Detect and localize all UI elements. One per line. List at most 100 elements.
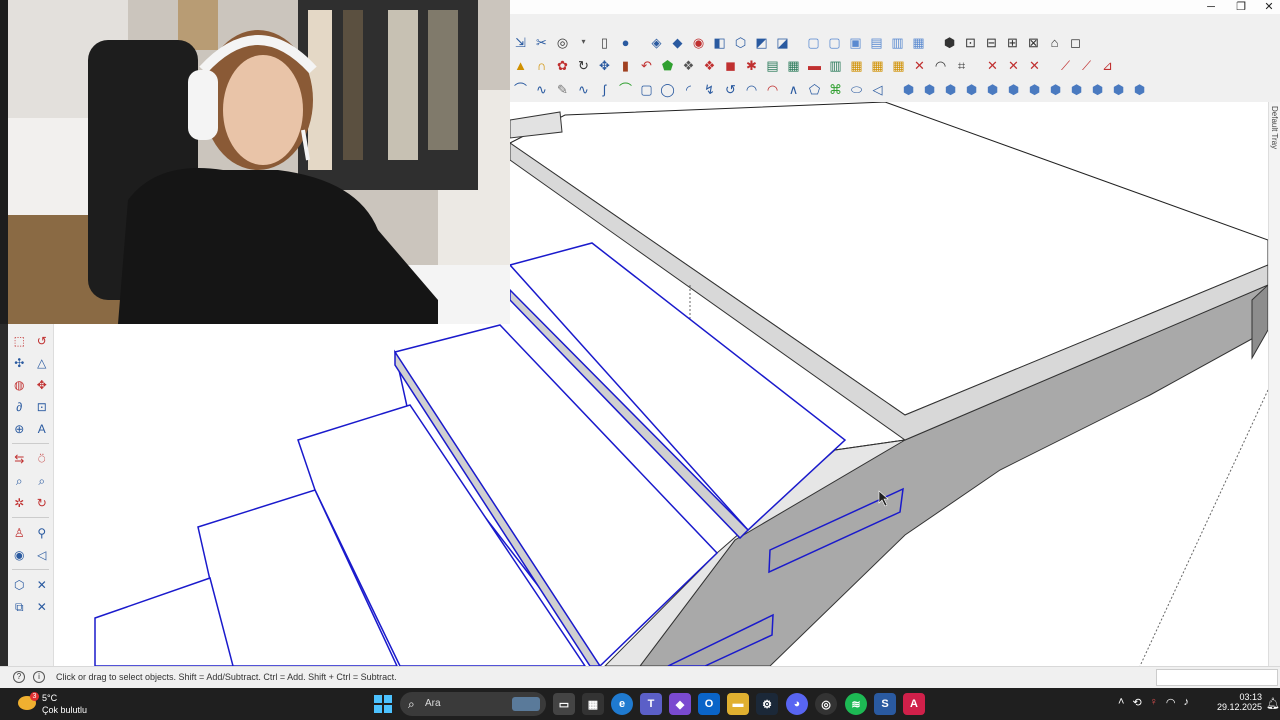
step-tread-5[interactable] — [94, 577, 234, 666]
magnet-icon[interactable]: ∩ — [531, 55, 552, 75]
curve-icon[interactable]: ◠ — [930, 55, 951, 75]
cube-5-icon[interactable]: ⬢ — [982, 79, 1003, 99]
task-view-icon[interactable]: ▭ — [553, 693, 575, 715]
cube-4-icon[interactable]: ⬢ — [961, 79, 982, 99]
explode-icon[interactable]: ✕ — [909, 55, 930, 75]
autocad-icon[interactable]: A — [903, 693, 925, 715]
freehand-icon[interactable]: ∿ — [531, 79, 552, 99]
cube-1-icon[interactable]: ⬢ — [898, 79, 919, 99]
chevron-down-icon[interactable]: ▾ — [573, 32, 594, 52]
subtract-icon[interactable]: ▤ — [762, 55, 783, 75]
sketchup-icon[interactable]: S — [874, 693, 896, 715]
teams-icon[interactable]: T — [640, 693, 662, 715]
extend-icon[interactable]: ✕ — [1003, 55, 1024, 75]
sandbox-2-icon[interactable]: ✕ — [33, 576, 51, 594]
tag-icon[interactable]: ◻ — [1065, 32, 1086, 52]
paint-bucket-icon[interactable]: ⬟ — [657, 55, 678, 75]
taskbar-clock[interactable]: 03:13 29.12.2025 — [1216, 692, 1262, 712]
grid-icon[interactable]: ▥ — [825, 55, 846, 75]
copilot-icon[interactable]: ◆ — [669, 693, 691, 715]
info-icon[interactable]: i — [33, 671, 45, 683]
rectangle-icon[interactable]: ▢ — [636, 79, 657, 99]
intersect-lines-icon[interactable]: ✕ — [982, 55, 1003, 75]
cube-3-icon[interactable]: ⬢ — [940, 79, 961, 99]
cube-2-icon[interactable]: ⬢ — [919, 79, 940, 99]
dimension-icon[interactable]: ⊡ — [33, 398, 51, 416]
back-box-icon[interactable]: ⊠ — [1023, 32, 1044, 52]
push-pull-icon[interactable]: ▮ — [615, 55, 636, 75]
tape-measure-icon[interactable]: ∂ — [10, 398, 28, 416]
ellipse-icon[interactable]: ⬭ — [846, 79, 867, 99]
box-view-icon[interactable]: ◧ — [709, 32, 730, 52]
front-box-icon[interactable]: ⊟ — [981, 32, 1002, 52]
zigzag-icon[interactable]: ∧ — [783, 79, 804, 99]
minimize-button[interactable]: ─ — [1196, 0, 1226, 14]
outlook-icon[interactable]: O — [698, 693, 720, 715]
sandbox-3-icon[interactable]: ⧉ — [10, 598, 28, 616]
chamfer-icon[interactable]: ⟋ — [1076, 55, 1097, 75]
pie-icon[interactable]: ↯ — [699, 79, 720, 99]
textured-icon[interactable]: ▥ — [887, 32, 908, 52]
zoom-extents-left-icon[interactable]: ✲ — [10, 494, 28, 512]
store-icon[interactable]: ▦ — [582, 693, 604, 715]
edge-browser-icon[interactable]: e — [611, 693, 633, 715]
warning-triangle-icon[interactable]: △ — [33, 354, 51, 372]
lasso-icon[interactable]: ✂ — [531, 32, 552, 52]
zoom-window-icon[interactable]: ⌕ — [33, 472, 51, 490]
tape-icon[interactable]: ⌘ — [825, 79, 846, 99]
cube-12-icon[interactable]: ⬢ — [1129, 79, 1150, 99]
lasso-select-icon[interactable]: ↺ — [33, 332, 51, 350]
top-box-icon[interactable]: ⊡ — [960, 32, 981, 52]
user-icon[interactable]: ● — [615, 32, 636, 52]
orbit-icon[interactable]: ⇆ — [10, 450, 28, 468]
undo-icon[interactable]: ↶ — [636, 55, 657, 75]
house-icon[interactable]: ⌂ — [1044, 32, 1065, 52]
warning-icon[interactable]: ▲ — [510, 55, 531, 75]
move-icon[interactable]: ✥ — [594, 55, 615, 75]
weld-icon[interactable]: ⌗ — [951, 55, 972, 75]
monochrome-icon[interactable]: ▦ — [908, 32, 929, 52]
outer-shell-icon[interactable]: ❖ — [699, 55, 720, 75]
trim-icon[interactable]: ▦ — [783, 55, 804, 75]
xray-icon[interactable]: ▢ — [803, 32, 824, 52]
fillet-icon[interactable]: ✕ — [1024, 55, 1045, 75]
sandbox-1-icon[interactable]: ⬡ — [10, 576, 28, 594]
measurements-box[interactable] — [1156, 669, 1278, 686]
hidden-line-icon[interactable]: ▣ — [845, 32, 866, 52]
grid-orange-icon[interactable]: ▦ — [888, 55, 909, 75]
spotify-icon[interactable]: ≋ — [845, 693, 867, 715]
curve-green-icon[interactable]: ⌒ — [615, 79, 636, 99]
taskbar-search[interactable]: ⌕ Ara — [400, 692, 546, 716]
discord-icon[interactable]: ◕ — [786, 693, 808, 715]
arc-3pt-icon[interactable]: ◠ — [741, 79, 762, 99]
sync-icon[interactable]: ⟲ — [1132, 696, 1141, 709]
volume-icon[interactable]: ♪ — [1184, 696, 1190, 709]
solid-tools-icon[interactable]: ❖ — [678, 55, 699, 75]
question-icon[interactable]: ? — [13, 671, 25, 683]
zoom-extents-icon[interactable]: ◎ — [552, 32, 573, 52]
select-box-icon[interactable]: ⬚ — [10, 332, 28, 350]
walk-icon[interactable]: ⚲ — [33, 524, 51, 542]
arc-red-icon[interactable]: ◠ — [762, 79, 783, 99]
wireframe-icon[interactable]: ▢ — [824, 32, 845, 52]
text-tool-icon[interactable]: A — [33, 420, 51, 438]
zoom-icon[interactable]: ⌕ — [10, 472, 28, 490]
position-camera-icon[interactable]: ♙ — [10, 524, 28, 542]
protractor-left-icon[interactable]: ⊕ — [10, 420, 28, 438]
eraser-icon[interactable]: ✥ — [33, 376, 51, 394]
polygon-icon[interactable]: ⬠ — [804, 79, 825, 99]
look-around-icon[interactable]: ◉ — [10, 546, 28, 564]
section-left-icon[interactable]: ◁ — [33, 546, 51, 564]
start-button[interactable] — [374, 695, 392, 713]
steam-icon[interactable]: ⚙ — [756, 693, 778, 715]
obs-icon[interactable]: ◎ — [815, 693, 837, 715]
new-file-icon[interactable]: ▯ — [594, 32, 615, 52]
notification-bell-icon[interactable]: 🔔︎ — [1266, 697, 1280, 710]
file-explorer-icon[interactable]: ▬ — [727, 693, 749, 715]
intersect-icon[interactable]: ◼ — [720, 55, 741, 75]
follow-me-icon[interactable]: ✿ — [552, 55, 573, 75]
component-icon[interactable]: ◆ — [667, 32, 688, 52]
chevron-up-icon[interactable]: ˄ — [1118, 696, 1124, 709]
select-tool-icon[interactable]: ⇲ — [510, 32, 531, 52]
iso-box-icon[interactable]: ⬢ — [939, 32, 960, 52]
